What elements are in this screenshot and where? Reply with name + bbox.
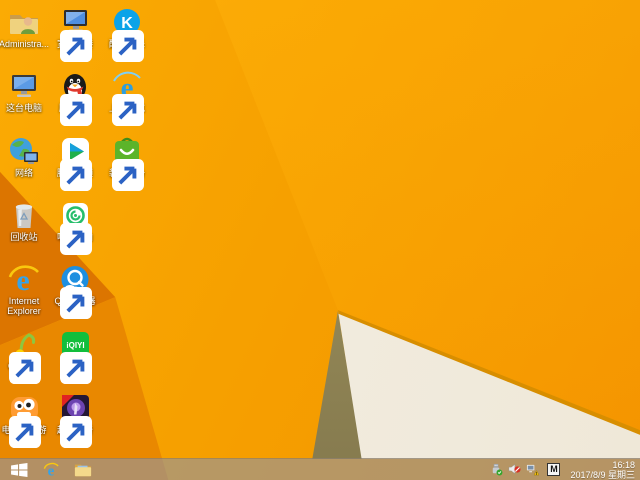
play-icon — [58, 136, 92, 191]
desktop-icon-iqiyi[interactable]: iQIYI 爱奇艺 — [50, 329, 100, 384]
icon-label: Administra... — [0, 39, 50, 49]
tray-icons: M — [489, 463, 561, 477]
taskbar-clock[interactable]: 16:18 2017/8/9 星期三 — [570, 460, 635, 480]
usb-safely-remove-icon[interactable] — [489, 463, 503, 477]
bag-icon — [110, 136, 144, 191]
desktop-icon-qq-browser[interactable]: QQ浏览器 — [50, 264, 100, 320]
shortcut-arrow-icon — [111, 158, 144, 191]
desktop-icon-tencent-video[interactable]: 腾讯视频 — [50, 136, 100, 191]
desktop-icon-this-pc[interactable]: 这台电脑 — [0, 71, 49, 113]
user-folder-icon — [7, 7, 41, 39]
volume-muted-icon[interactable] — [507, 463, 521, 477]
shortcut-arrow-icon — [59, 158, 92, 191]
desktop-icon-recycle-bin[interactable]: 回收站 — [0, 200, 49, 242]
desktop-icon-qq-music[interactable]: QQ音乐 — [0, 329, 49, 384]
shortcut-arrow-icon — [59, 94, 92, 127]
clock-date: 2017/8/9 星期三 — [570, 469, 635, 480]
desktop-icon-network[interactable]: 网络 — [0, 136, 49, 178]
shortcut-arrow-icon — [59, 222, 92, 255]
icon-label: 这台电脑 — [5, 103, 42, 114]
icon-label: Internet Explorer — [7, 296, 41, 317]
ime-indicator[interactable]: M — [547, 463, 561, 476]
network-warning-icon[interactable] — [525, 463, 539, 477]
windows-desktop: Administra... 宽带连接 K 酷狗音乐 这台电脑 腾讯QQe 上网导… — [0, 0, 640, 480]
shortcut-arrow-icon — [59, 415, 92, 448]
ring-icon — [58, 200, 92, 255]
desktop-icon-internet-explorer[interactable]: e Internet Explorer — [0, 264, 49, 316]
shortcut-arrow-icon — [111, 94, 144, 127]
shortcut-arrow-icon — [8, 415, 41, 448]
taskbar-buttons: e — [0, 459, 97, 480]
computer-icon — [7, 71, 41, 103]
shortcut-arrow-icon — [59, 30, 92, 62]
blue-e-icon: e — [110, 71, 144, 127]
desktop-icon-tencent-qq[interactable]: 腾讯QQ — [50, 71, 100, 127]
ie-icon: e — [7, 264, 41, 296]
shortcut-arrow-icon — [8, 351, 41, 384]
taskbar-internet-explorer[interactable]: e — [37, 459, 65, 480]
trash-icon — [7, 200, 41, 232]
shortcut-arrow-icon — [59, 287, 92, 320]
icon-label: 回收站 — [10, 231, 38, 242]
desktop-icon-web-navigation[interactable]: e 上网导航 — [102, 71, 152, 127]
svg-text:e: e — [48, 463, 55, 478]
penguin-icon — [58, 71, 92, 127]
shortcut-arrow-icon — [59, 351, 92, 384]
desktop-icon-song-recognition[interactable]: 听歌识曲 — [50, 200, 100, 255]
taskbar: e M 16:18 2017/8/9 星期三 — [0, 458, 640, 480]
shortcut-arrow-icon — [111, 30, 144, 62]
taskbar-file-explorer[interactable] — [69, 459, 97, 480]
svg-text:iQIYI: iQIYI — [66, 341, 84, 350]
desktop-icon-pc-play-mobile-games[interactable]: 电脑玩手游 — [0, 393, 49, 448]
desktop-icon-legend-game[interactable]: 超变传奇 — [50, 393, 100, 448]
icon-label: 网络 — [14, 167, 33, 178]
desktop-icon-administrator-folder[interactable]: Administra... — [0, 7, 49, 49]
desktop-icon-broadband-connection[interactable]: 宽带连接 — [50, 7, 100, 62]
desktop-icon-kugou-music[interactable]: K 酷狗音乐 — [102, 7, 152, 62]
legend-icon — [58, 393, 92, 448]
taskbar-tray: M 16:18 2017/8/9 星期三 — [489, 460, 640, 480]
monitor-icon — [58, 7, 92, 62]
desktop-icon-essential-software[interactable]: 装机必备 — [102, 136, 152, 191]
note-icon — [7, 329, 41, 384]
start-button[interactable] — [5, 459, 33, 480]
orange-face-icon — [7, 393, 41, 448]
clock-time: 16:18 — [612, 459, 635, 470]
iqiyi-icon: iQIYI — [58, 329, 92, 384]
kugou-icon: K — [110, 7, 144, 62]
globe-computer-icon — [7, 136, 41, 168]
qbrowser-icon — [58, 264, 92, 320]
